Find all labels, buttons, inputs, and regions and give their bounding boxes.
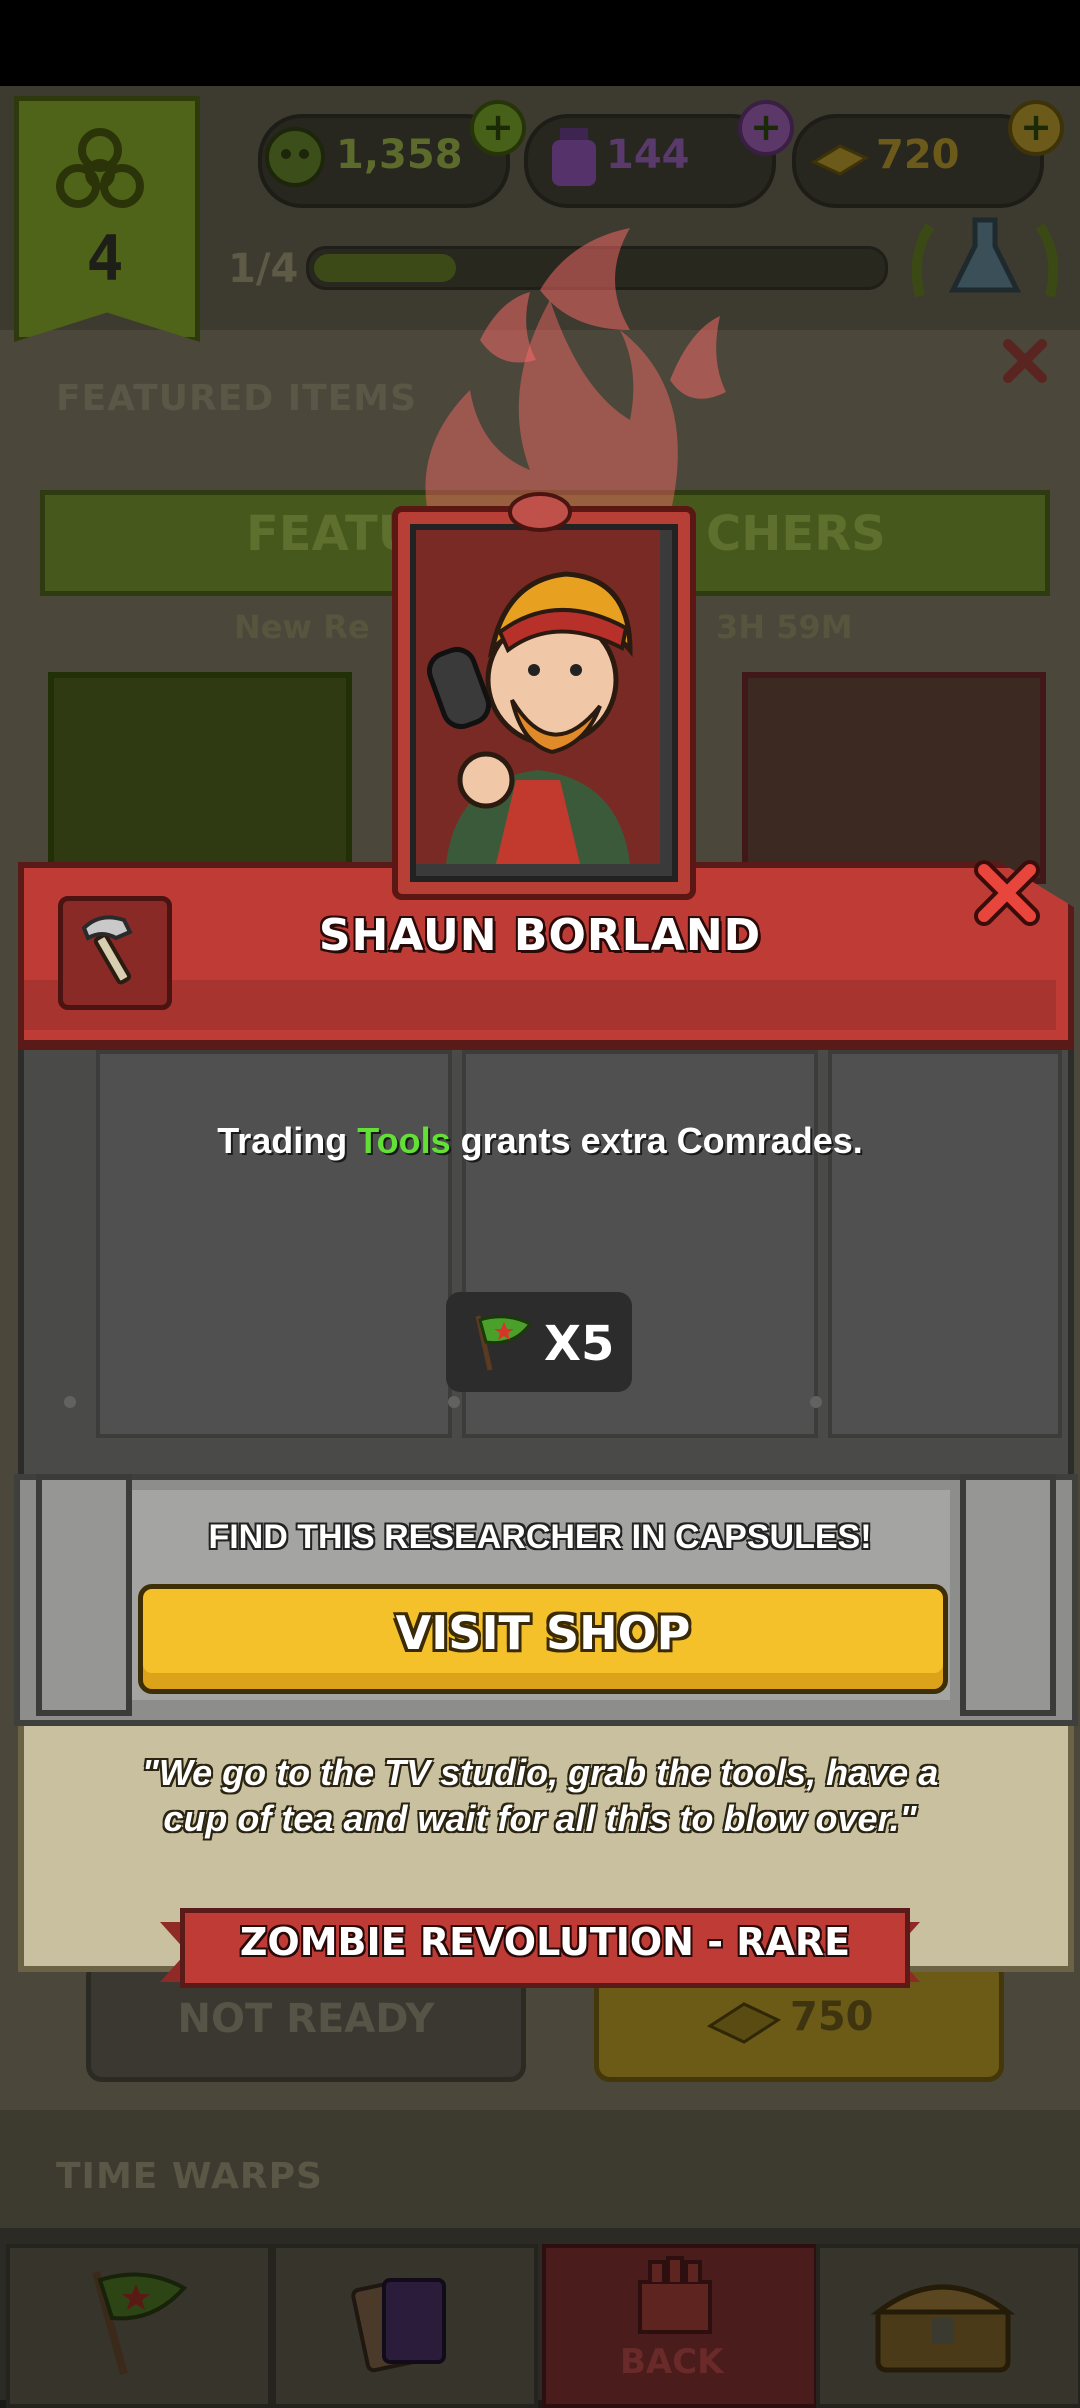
zombie-head-icon (265, 127, 325, 187)
currency-potions-value: 144 (606, 132, 690, 178)
featured-card-researcher[interactable] (742, 672, 1046, 884)
add-potions-button[interactable]: + (738, 100, 794, 156)
gold-bars-icon (810, 144, 870, 176)
researcher-name: SHAUN BORLAND (318, 910, 762, 961)
rivet (64, 1396, 76, 1408)
biohazard-icon (56, 128, 144, 208)
add-gold-button[interactable]: + (1008, 100, 1064, 156)
rarity-label: ZOMBIE REVOLUTION - RARE (239, 1920, 851, 1964)
lab-flask-icon[interactable] (900, 206, 1070, 316)
potion-jar-icon (552, 128, 596, 186)
hammer-icon (81, 915, 133, 985)
visit-shop-label: VISIT SHOP (395, 1606, 691, 1660)
cards-icon (351, 2277, 446, 2373)
metal-post-left (36, 1474, 132, 1716)
currency-gold-value: 720 (876, 132, 960, 178)
time-warps-title: TIME WARPS (56, 2156, 323, 2197)
level-number: 4 (86, 222, 124, 295)
featured-subtitle: New Re (234, 608, 370, 646)
metal-post-right (960, 1474, 1056, 1716)
rivet (810, 1396, 822, 1408)
reward-amount: X5 (544, 1316, 615, 1372)
find-in-capsules-text: FIND THIS RESEARCHER IN CAPSULES! (208, 1518, 872, 1556)
researcher-avatar (416, 530, 660, 864)
featured-card-locked[interactable] (48, 672, 352, 884)
not-ready-label: NOT READY (177, 1996, 435, 2042)
dialog-header-shade (24, 980, 1056, 1030)
rivet (448, 1396, 460, 1408)
featured-timer: 3H 59M (716, 608, 853, 646)
add-zombies-button[interactable]: + (470, 100, 526, 156)
flag-icon (92, 2270, 188, 2376)
back-label: BACK (620, 2342, 724, 2382)
currency-zombies-value: 1,358 (336, 132, 463, 178)
buy-price: 750 (790, 1994, 874, 2040)
researcher-quote: "We go to the TV studio, grab the tools,… (141, 1752, 939, 1839)
panel-tile (828, 1050, 1062, 1438)
brain-crest-icon (508, 492, 572, 532)
panel-tile (96, 1050, 452, 1438)
ability-highlight: Tools (357, 1120, 451, 1161)
close-icon[interactable] (1000, 336, 1050, 386)
close-icon[interactable] (972, 858, 1042, 928)
gold-bars-icon (706, 2002, 782, 2044)
fist-icon (638, 2256, 712, 2334)
research-progress-label: 1/4 (228, 246, 299, 292)
comrade-flag-icon (475, 1315, 533, 1371)
ability-description: Trading Tools grants extra Comrades. (217, 1120, 863, 1161)
treasure-chest-icon (870, 2284, 1016, 2373)
status-bar (0, 0, 1080, 86)
